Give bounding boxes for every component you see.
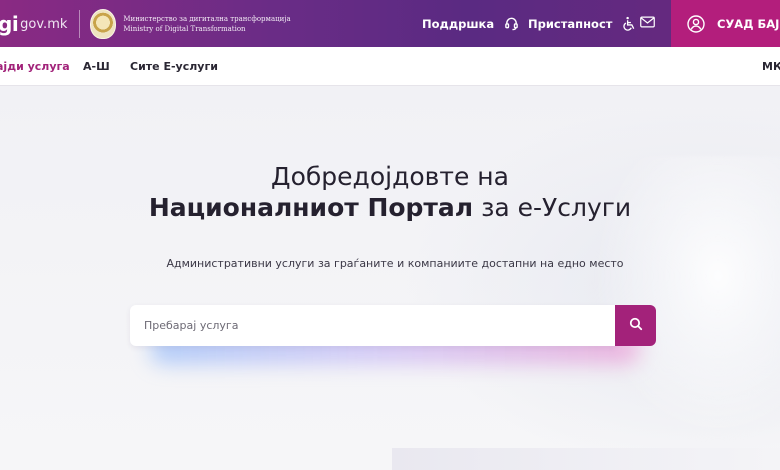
search-icon xyxy=(629,316,643,335)
wheelchair-icon xyxy=(621,16,637,32)
hero-subtitle: Административни услуги за граѓаните и ко… xyxy=(166,257,624,270)
hero-title-bold: Националниот Портал xyxy=(148,193,474,222)
accessibility-link[interactable]: Пристапност xyxy=(528,0,637,47)
hero-title-line2: Националниот Портал за е-Услуги xyxy=(0,192,780,224)
hero-bottom-strip xyxy=(392,448,780,470)
user-name: СУАД БАЈРА xyxy=(717,16,780,31)
search-field xyxy=(130,305,616,346)
ministry-name-mk: Министерство за дигитална трансформација xyxy=(123,14,291,23)
ministry-name-en: Ministry of Digital Transformation xyxy=(123,24,246,33)
top-header: gi gov.mk Министерство за дигитална тран… xyxy=(0,0,780,47)
support-link[interactable]: Поддршка xyxy=(422,0,519,47)
logo-divider xyxy=(79,9,81,38)
support-label: Поддршка xyxy=(422,16,495,31)
envelope-icon xyxy=(640,16,655,31)
logo-domain: gov.mk xyxy=(20,17,68,32)
search-input[interactable] xyxy=(130,305,616,346)
user-account-button[interactable]: СУАД БАЈРА xyxy=(671,0,780,47)
secondary-nav: ајди услуга А-Ш Сите Е-услуги МК xyxy=(0,47,780,86)
nav-find-service[interactable]: ајди услуга xyxy=(0,60,70,73)
hero-section: Добредојдовте на Националниот Портал за … xyxy=(0,86,780,470)
search-button[interactable] xyxy=(615,305,656,346)
headset-icon xyxy=(503,16,519,32)
hero-title-rest: за е-Услуги xyxy=(481,193,632,222)
ministry-name: Министерство за дигитална трансформација… xyxy=(123,14,290,34)
user-icon xyxy=(687,14,705,33)
nav-all-eservices[interactable]: Сите Е-услуги xyxy=(130,60,218,73)
hero-title-line1: Добредојдовте на xyxy=(271,162,509,191)
language-switcher[interactable]: МК xyxy=(762,60,780,73)
site-logo[interactable]: gi gov.mk Министерство за дигитална тран… xyxy=(0,0,291,47)
coat-of-arms-icon xyxy=(90,8,117,39)
accessibility-label: Пристапност xyxy=(528,16,613,31)
logo-text: gi xyxy=(0,11,19,36)
mail-link[interactable] xyxy=(640,0,658,47)
nav-a-z[interactable]: А-Ш xyxy=(83,60,110,73)
